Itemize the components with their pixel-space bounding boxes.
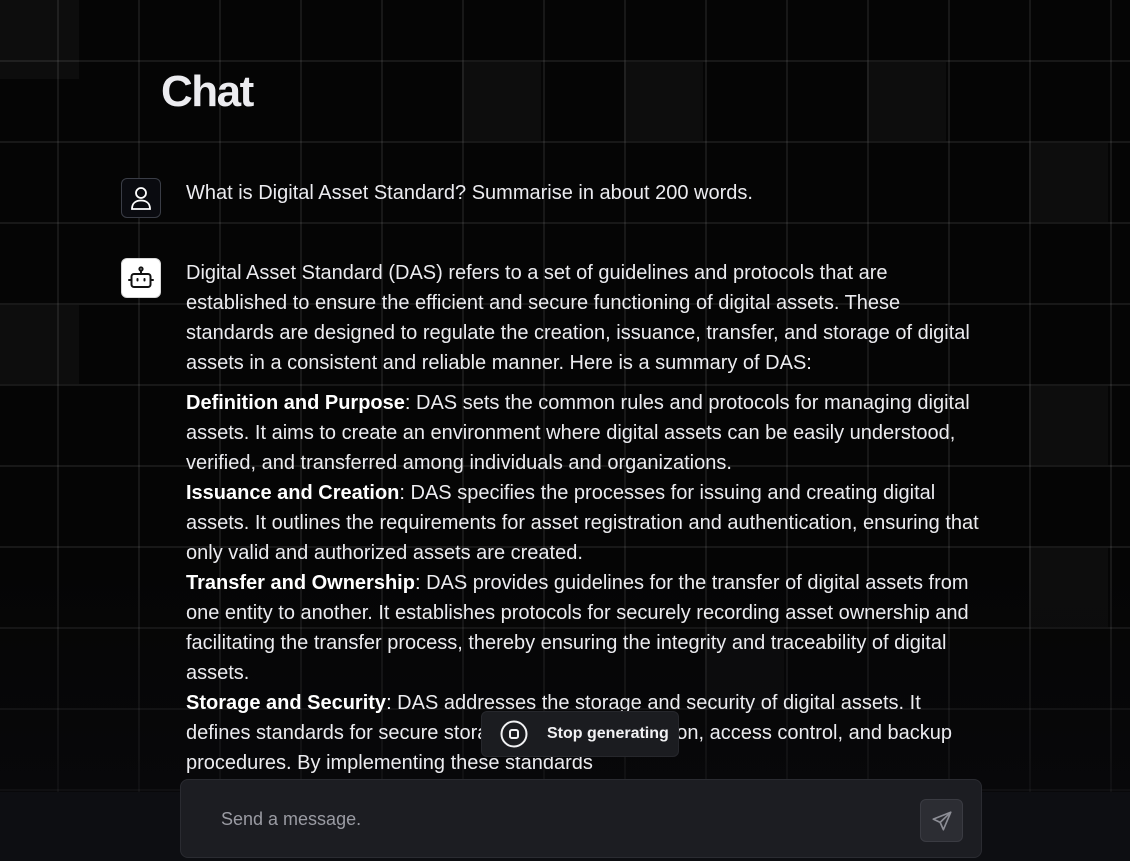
user-message: What is Digital Asset Standard? Summaris… xyxy=(186,182,753,204)
assistant-intro: Digital Asset Standard (DAS) refers to a… xyxy=(186,262,970,374)
assistant-avatar xyxy=(121,258,161,298)
stop-generating-label: Stop generating xyxy=(547,725,669,742)
grid-tile xyxy=(867,62,946,141)
stop-generating-button[interactable]: Stop generating xyxy=(481,711,679,757)
assistant-point: Transfer and Ownership: DAS provides gui… xyxy=(186,568,986,688)
assistant-message: Digital Asset Standard (DAS) refers to a… xyxy=(186,258,986,778)
message-input[interactable] xyxy=(221,804,881,834)
user-icon xyxy=(131,187,151,210)
robot-icon xyxy=(128,266,154,288)
grid-tile xyxy=(462,62,541,141)
user-avatar xyxy=(121,178,161,218)
stop-circle-icon xyxy=(500,720,528,748)
grid-tile xyxy=(1029,548,1108,627)
grid-tile xyxy=(1029,386,1108,465)
send-icon xyxy=(931,810,952,831)
point-heading: Transfer and Ownership xyxy=(186,572,415,594)
point-heading: Definition and Purpose xyxy=(186,392,405,414)
assistant-point: Definition and Purpose: DAS sets the com… xyxy=(186,388,986,478)
assistant-point: Issuance and Creation: DAS specifies the… xyxy=(186,478,986,568)
send-button[interactable] xyxy=(920,799,963,842)
grid-tile xyxy=(624,62,703,141)
message-composer xyxy=(180,779,982,858)
point-heading: Storage and Security xyxy=(186,692,387,714)
grid-tile xyxy=(1029,143,1108,222)
grid-tile xyxy=(0,0,79,79)
grid-tile xyxy=(0,305,79,384)
point-heading: Issuance and Creation xyxy=(186,482,400,504)
page-title: Chat xyxy=(161,67,254,116)
